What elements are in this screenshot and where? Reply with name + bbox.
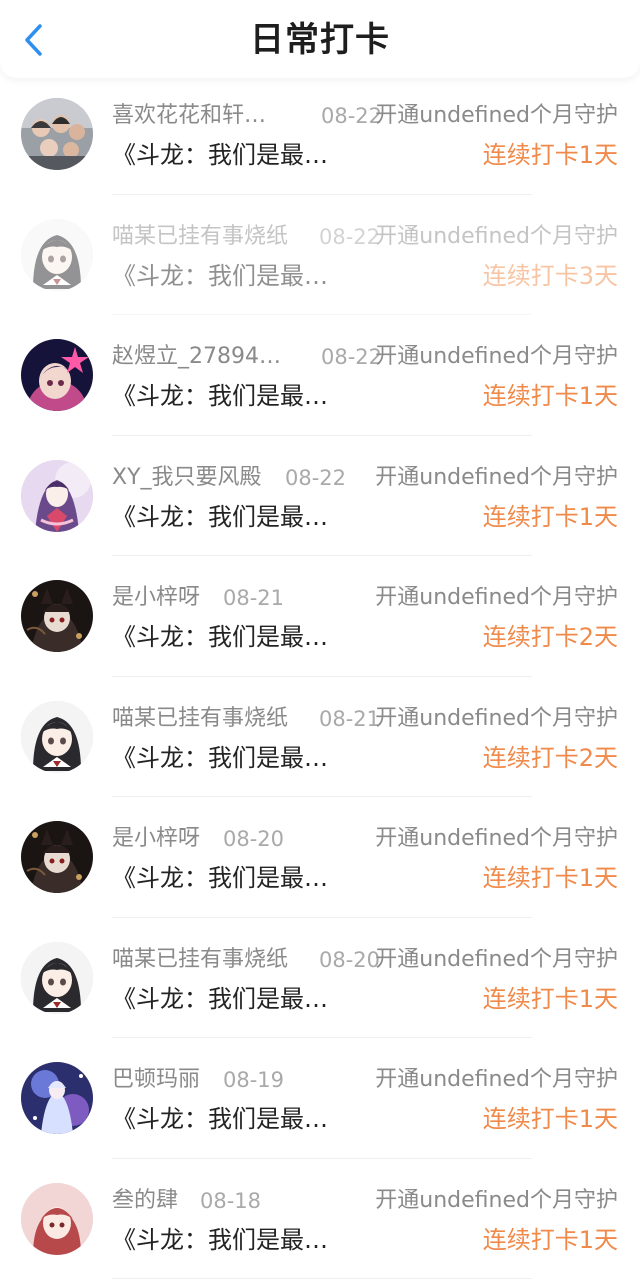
avatar[interactable] [21,219,93,291]
checkin-row[interactable]: 喵某已挂有事烧纸 08-22开通undefined个月守护《斗龙：我们是最… 连续打… [0,195,640,316]
checkin-content: 《斗龙：我们是最… [112,379,362,413]
checkin-row[interactable]: 喜欢花花和轩… 08-22开通undefined个月守护《斗龙：我们是最… 连续打卡… [0,74,640,195]
avatar[interactable] [21,1183,93,1255]
streak-label: 连续打卡2天 [483,620,618,654]
checkin-date: 08-21 [223,583,284,613]
streak-label: 连续打卡1天 [483,500,618,534]
checkin-date: 08-18 [200,1186,261,1216]
guard-status: 开通undefined个月守护 [375,101,618,131]
user-name: 赵煜立_278947… [112,342,294,372]
user-name: 喵某已挂有事烧纸 [112,945,294,975]
guard-status: 开通undefined个月守护 [375,1186,618,1216]
checkin-content: 《斗龙：我们是最… [112,620,362,654]
user-name: 喵某已挂有事烧纸 [112,222,294,252]
guard-status: 开通undefined个月守护 [375,1065,618,1095]
checkin-content: 《斗龙：我们是最… [112,500,362,534]
checkin-date: 08-22 [285,463,346,493]
avatar-image [21,98,93,170]
checkin-row[interactable]: XY_我只要风殿08-22 开通undefined个月守护《斗龙：我们是最… 连续打… [0,436,640,557]
avatar-image [21,942,93,1014]
avatar-image [21,580,93,652]
checkin-row[interactable]: 叁的肆08-18开通undefined个月守护《斗龙：我们是最…连续打卡1天 [0,1159,640,1279]
guard-status: 开通undefined个月守护 [375,342,618,372]
checkin-date: 08-22 [321,101,382,131]
checkin-content: 《斗龙：我们是最… [112,1102,362,1136]
avatar[interactable] [21,98,93,170]
checkin-date: 08-20 [319,945,380,975]
streak-label: 连续打卡1天 [483,138,618,172]
avatar-image [21,701,93,773]
checkin-list: 喜欢花花和轩…08-22开通undefined个月守护《斗龙：我们是最…连续打卡… [0,74,640,1279]
streak-label: 连续打卡1天 [483,861,618,895]
user-name: 喜欢花花和轩… [112,101,294,131]
avatar[interactable] [21,339,93,411]
checkin-content: 《斗龙：我们是最… [112,861,362,895]
guard-status: 开通undefined个月守护 [375,463,618,493]
checkin-content: 《斗龙：我们是最… [112,741,362,775]
checkin-row[interactable]: 喵某已挂有事烧纸 08-21开通undefined个月守护《斗龙：我们是最… 连续打… [0,677,640,798]
avatar[interactable] [21,580,93,652]
top-bar: 日常打卡 [0,0,640,78]
avatar-image [21,339,93,411]
guard-status: 开通undefined个月守护 [375,583,618,613]
streak-label: 连续打卡1天 [483,1102,618,1136]
guard-status: 开通undefined个月守护 [375,222,618,252]
guard-status: 开通undefined个月守护 [375,945,618,975]
checkin-date: 08-22 [319,222,380,252]
guard-status: 开通undefined个月守护 [375,824,618,854]
checkin-date: 08-19 [223,1065,284,1095]
checkin-content: 《斗龙：我们是最… [112,259,362,293]
avatar-image [21,1062,93,1134]
checkin-row[interactable]: 是小梓呀08-20开通undefined个月守护《斗龙：我们是最…连续打卡1天 [0,797,640,918]
avatar-image [21,1183,93,1255]
checkin-date: 08-22 [321,342,382,372]
user-name: 喵某已挂有事烧纸 [112,704,294,734]
streak-label: 连续打卡3天 [483,259,618,293]
checkin-row[interactable]: 巴顿玛丽08-19开通undefined个月守护《斗龙：我们是最…连续打卡1天 [0,1038,640,1159]
avatar-image [21,460,93,532]
checkin-row[interactable]: 喵某已挂有事烧纸 08-20开通undefined个月守护《斗龙：我们是最… 连续打… [0,918,640,1039]
checkin-content: 《斗龙：我们是最… [112,982,362,1016]
streak-label: 连续打卡2天 [483,741,618,775]
streak-label: 连续打卡1天 [483,379,618,413]
avatar[interactable] [21,460,93,532]
checkin-row[interactable]: 赵煜立_278947… 08-22开通undefined个月守护《斗龙：我们是最…… [0,315,640,436]
guard-status: 开通undefined个月守护 [375,704,618,734]
avatar-image [21,821,93,893]
page-title: 日常打卡 [0,16,640,64]
checkin-row[interactable]: 是小梓呀08-21开通undefined个月守护《斗龙：我们是最…连续打卡2天 [0,556,640,677]
checkin-content: 《斗龙：我们是最… [112,138,362,172]
streak-label: 连续打卡1天 [483,982,618,1016]
avatar[interactable] [21,942,93,1014]
avatar[interactable] [21,701,93,773]
user-name: XY_我只要风殿 [112,463,294,493]
checkin-date: 08-20 [223,824,284,854]
avatar-image [21,219,93,291]
checkin-date: 08-21 [319,704,380,734]
avatar[interactable] [21,1062,93,1134]
avatar[interactable] [21,821,93,893]
